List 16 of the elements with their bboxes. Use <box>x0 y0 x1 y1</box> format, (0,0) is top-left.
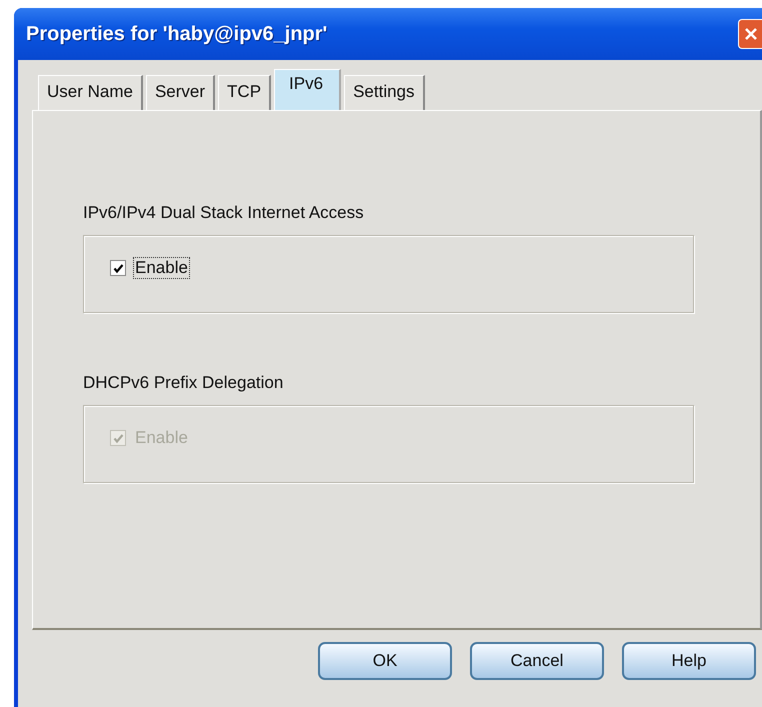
tab[interactable]: TCP <box>218 75 272 110</box>
checkbox[interactable] <box>110 260 126 276</box>
checkbox-label: Enable <box>134 428 189 448</box>
window-title: Properties for 'haby@ipv6_jnpr' <box>26 22 328 46</box>
dialog-button[interactable]: Cancel <box>470 642 604 680</box>
tab[interactable]: User Name <box>38 75 143 110</box>
dialog-button[interactable]: Help <box>622 642 756 680</box>
group-label: IPv6/IPv4 Dual Stack Internet Access <box>83 203 365 223</box>
dialog-button[interactable]: OK <box>318 642 452 680</box>
checkbox-label: Enable <box>134 258 189 278</box>
tab[interactable]: IPv6 <box>274 69 342 110</box>
tab[interactable]: Settings <box>344 75 425 110</box>
tab[interactable]: Server <box>146 75 216 110</box>
close-button[interactable] <box>738 19 762 49</box>
group-label: DHCPv6 Prefix Delegation <box>83 373 284 393</box>
close-icon <box>744 27 758 41</box>
